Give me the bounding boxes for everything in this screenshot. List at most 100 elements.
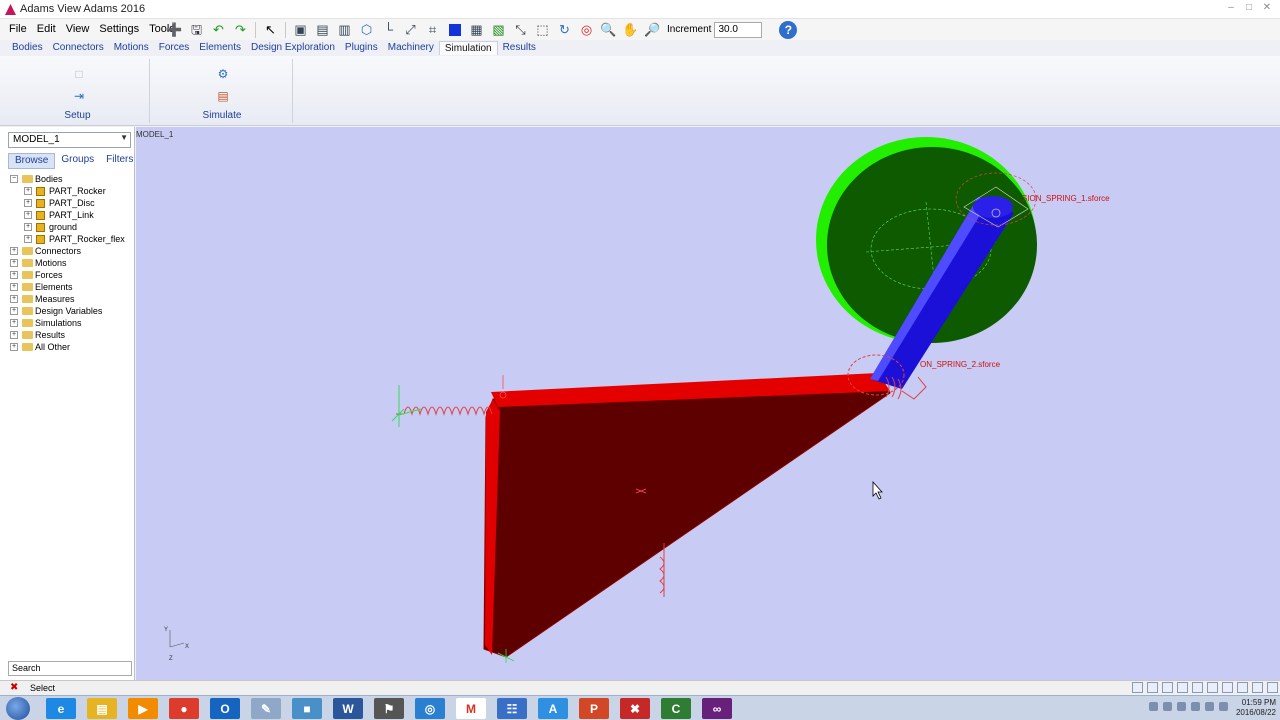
tree-node[interactable]: + ground [8,221,132,233]
tree-node[interactable]: + Connectors [8,245,132,257]
tree-node[interactable]: + Simulations [8,317,132,329]
simulate-script-icon[interactable]: ▤ [216,89,230,103]
tab-groups[interactable]: Groups [55,153,100,169]
status-tool-icon[interactable] [1192,682,1203,693]
graphics-viewport[interactable]: MODEL_1 SION_SPRING_1.sforce ON_SPRING_2… [136,127,1280,680]
adams-red-icon[interactable]: ✖ [620,698,650,719]
tab-results[interactable]: Results [498,41,541,55]
tree-node[interactable]: + Elements [8,281,132,293]
status-tool-icon[interactable] [1147,682,1158,693]
paint-icon[interactable]: ✎ [251,698,281,719]
tree-node[interactable]: + All Other [8,341,132,353]
tab-plugins[interactable]: Plugins [340,41,383,55]
clock[interactable]: 01:59 PM 2016/08/22 [1236,698,1276,718]
simulate-gear-icon[interactable]: ⚙ [216,67,230,81]
maximize-icon[interactable]: □ [1242,2,1256,14]
tree-node[interactable]: + Measures [8,293,132,305]
expand-icon[interactable]: + [24,235,32,243]
tab-browse[interactable]: Browse [8,153,56,169]
tab-filters[interactable]: Filters [100,153,139,169]
outlook-icon[interactable]: O [210,698,240,719]
fit-icon[interactable]: ⤢ [401,21,420,39]
select-arrow-icon[interactable]: ↖ [261,21,280,39]
tab-machinery[interactable]: Machinery [383,41,439,55]
expand-icon[interactable]: + [24,187,32,195]
menu-edit[interactable]: Edit [32,23,61,35]
status-tool-icon[interactable] [1132,682,1143,693]
tray-icon[interactable] [1177,702,1186,711]
rotate-icon[interactable]: ↻ [555,21,574,39]
collapse-icon[interactable]: − [10,175,18,183]
tab-connectors[interactable]: Connectors [48,41,109,55]
zoom-box-icon[interactable]: ▧ [489,21,508,39]
minimize-icon[interactable]: – [1224,2,1238,14]
files-icon[interactable]: ■ [292,698,322,719]
center-icon[interactable]: ◎ [577,21,596,39]
tree-node[interactable]: + Results [8,329,132,341]
expand-icon[interactable]: + [10,283,18,291]
expand-icon[interactable]: + [10,319,18,327]
setup-import-icon[interactable]: ⇥ [72,89,86,103]
tab-motions[interactable]: Motions [109,41,154,55]
status-tool-icon[interactable] [1222,682,1233,693]
wolf-icon[interactable]: ⚑ [374,698,404,719]
tree-node[interactable]: + PART_Rocker_flex [8,233,132,245]
ring-icon[interactable]: ◎ [415,698,445,719]
status-tool-icon[interactable] [1177,682,1188,693]
setup-sheet-icon[interactable]: □ [72,67,86,81]
select-box-icon[interactable]: ⬚ [533,21,552,39]
tree-node[interactable]: + PART_Link [8,209,132,221]
tab-forces[interactable]: Forces [154,41,195,55]
expand-icon[interactable]: + [10,331,18,339]
tree-node[interactable]: + Design Variables [8,305,132,317]
tree-node[interactable]: + Motions [8,257,132,269]
expand-icon[interactable]: + [10,247,18,255]
expand-icon[interactable]: + [24,211,32,219]
status-tool-icon[interactable] [1267,682,1278,693]
tab-elements[interactable]: Elements [194,41,246,55]
status-tool-icon[interactable] [1207,682,1218,693]
tray-icon[interactable] [1191,702,1200,711]
save-icon[interactable]: 🖫 [187,21,206,39]
status-tool-icon[interactable] [1252,682,1263,693]
expand-icon[interactable]: + [10,259,18,267]
gmail-icon[interactable]: M [456,698,486,719]
vs-icon[interactable]: ∞ [702,698,732,719]
menu-view[interactable]: View [61,23,95,35]
tree-node[interactable]: + PART_Rocker [8,185,132,197]
redo-icon[interactable]: ↷ [231,21,250,39]
tray-icon[interactable] [1163,702,1172,711]
triad-icon[interactable]: └ [379,21,398,39]
expand-icon[interactable]: + [10,307,18,315]
pan-hand-icon[interactable]: ✋ [621,21,640,39]
tray-icon[interactable] [1219,702,1228,711]
view-top-icon[interactable]: ▥ [335,21,354,39]
expand-icon[interactable]: + [24,223,32,231]
calculator-icon[interactable]: ☷ [497,698,527,719]
tab-design-exploration[interactable]: Design Exploration [246,41,340,55]
media-icon[interactable]: ▶ [128,698,158,719]
view-front-icon[interactable]: ▣ [291,21,310,39]
tree-node[interactable]: + Forces [8,269,132,281]
menu-file[interactable]: File [4,23,32,35]
view-iso-icon[interactable]: ⬡ [357,21,376,39]
tray-icon[interactable] [1205,702,1214,711]
fit-all-icon[interactable]: ⤡ [511,21,530,39]
render-solid-icon[interactable] [445,21,464,39]
expand-icon[interactable]: + [10,271,18,279]
grid-icon[interactable]: ⌗ [423,21,442,39]
menu-settings[interactable]: Settings [94,23,144,35]
ie-icon[interactable]: e [46,698,76,719]
cam-icon[interactable]: C [661,698,691,719]
tree-node[interactable]: + PART_Disc [8,197,132,209]
tree-node[interactable]: − Bodies [8,173,132,185]
increment-input[interactable] [714,21,763,38]
zoom-icon[interactable]: 🔍 [599,21,618,39]
rocker-plate[interactable] [483,380,891,658]
expand-icon[interactable]: + [24,199,32,207]
status-tool-icon[interactable] [1237,682,1248,693]
undo-icon[interactable]: ↶ [209,21,228,39]
close-icon[interactable]: ✕ [1260,2,1274,14]
tray-icon[interactable] [1149,702,1158,711]
model-select[interactable]: MODEL_1 ▼ [8,132,131,148]
